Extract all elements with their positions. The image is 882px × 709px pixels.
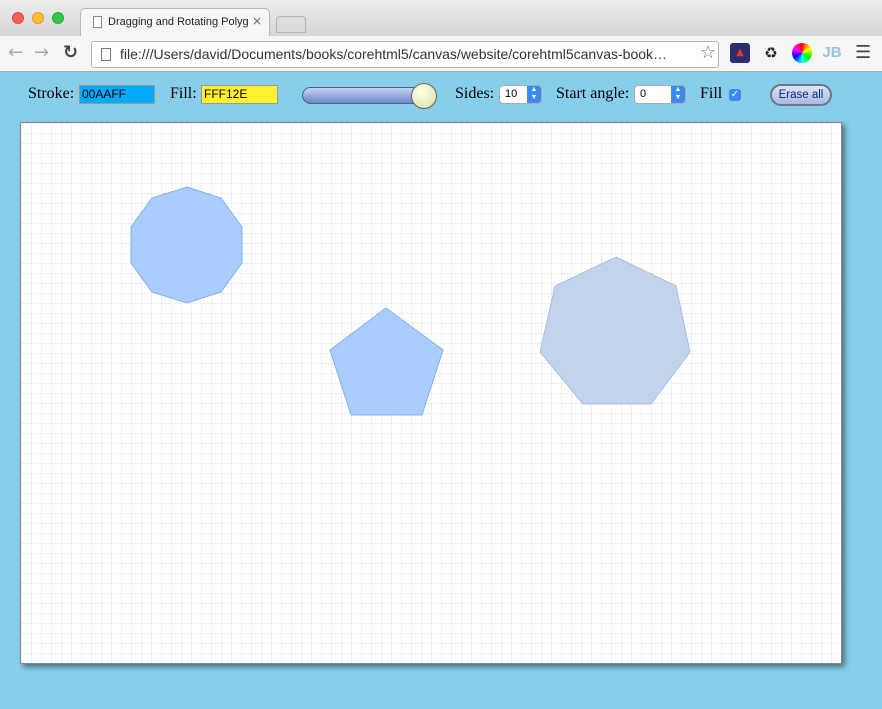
chevron-updown-icon: ▲ ▼: [671, 86, 685, 103]
fill-checkbox[interactable]: ✓: [729, 89, 741, 101]
canvas-svg: [21, 123, 841, 663]
reload-icon[interactable]: ↻: [63, 42, 78, 63]
fill-checkbox-label: Fill: [700, 85, 723, 102]
erase-all-button[interactable]: Erase all: [770, 84, 832, 106]
drawing-canvas[interactable]: [20, 122, 842, 664]
start-angle-label: Start angle:: [556, 85, 630, 102]
minimize-window-button[interactable]: [32, 12, 44, 24]
stroke-color-input[interactable]: 00AAFF: [79, 85, 155, 104]
extension-icon-1[interactable]: ▲: [730, 43, 750, 63]
start-angle-value: 0: [640, 88, 647, 100]
document-icon: [93, 16, 102, 28]
start-angle-select[interactable]: 0 ▲ ▼: [634, 85, 686, 104]
jb-extension-icon[interactable]: JB: [822, 43, 842, 63]
chevron-updown-icon: ▲ ▼: [527, 86, 541, 103]
color-picker-extension-icon[interactable]: [792, 43, 812, 63]
sides-value: 10: [505, 88, 518, 100]
tab-close-icon[interactable]: ×: [252, 14, 262, 28]
address-bar[interactable]: file:///Users/david/Documents/books/core…: [91, 41, 719, 68]
sides-label: Sides:: [455, 85, 495, 102]
grid-background: [21, 123, 841, 663]
sync-extension-icon[interactable]: ♻: [761, 43, 781, 63]
forward-arrow-icon[interactable]: →: [34, 42, 49, 63]
sides-select[interactable]: 10 ▲ ▼: [499, 85, 542, 104]
new-tab-button[interactable]: [276, 16, 306, 33]
decagon-polygon[interactable]: [130, 186, 243, 304]
back-arrow-icon[interactable]: ←: [8, 42, 23, 63]
title-bar: Dragging and Rotating Polygons ×: [0, 0, 882, 36]
close-window-button[interactable]: [12, 12, 24, 24]
page-icon: [101, 48, 111, 61]
fill-color-input[interactable]: FFF12E: [201, 85, 278, 104]
stroke-label: Stroke:: [28, 85, 75, 102]
browser-tab[interactable]: Dragging and Rotating Polygons ×: [80, 8, 270, 36]
url-text[interactable]: file:///Users/david/Documents/books/core…: [120, 46, 667, 62]
hamburger-menu-icon[interactable]: ☰: [855, 42, 871, 63]
slider-knob[interactable]: [411, 83, 437, 109]
maximize-window-button[interactable]: [52, 12, 64, 24]
bookmark-star-icon[interactable]: ☆: [700, 42, 716, 63]
tab-title: Dragging and Rotating Polygons: [108, 16, 248, 28]
fill-color-label: Fill:: [170, 85, 197, 102]
